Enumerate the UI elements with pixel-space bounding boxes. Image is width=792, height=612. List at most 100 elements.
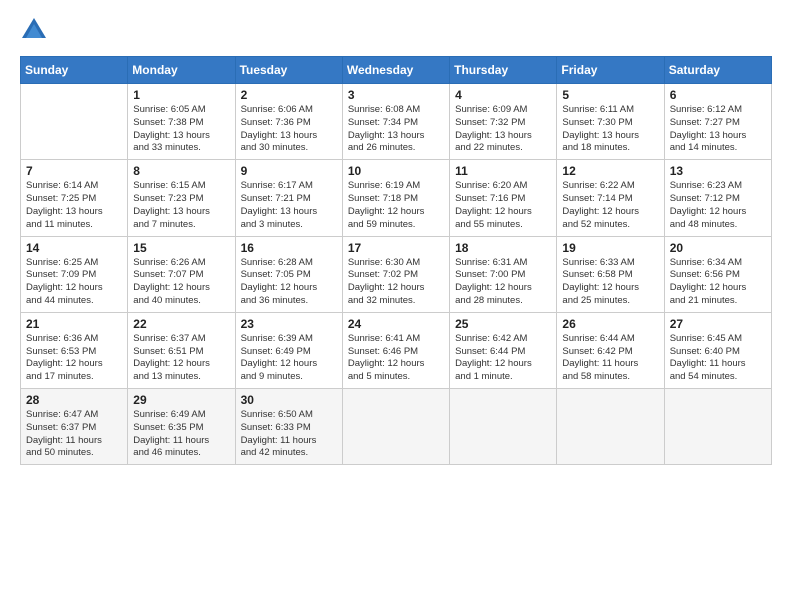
calendar-cell: 3 Sunrise: 6:08 AM Sunset: 7:34 PM Daylig… [342, 84, 449, 160]
day-info: Sunrise: 6:05 AM Sunset: 7:38 PM Dayligh… [133, 104, 229, 155]
day-number: 28 [26, 393, 122, 407]
day-info: Sunrise: 6:20 AM Sunset: 7:16 PM Dayligh… [455, 180, 551, 231]
day-info: Sunrise: 6:26 AM Sunset: 7:07 PM Dayligh… [133, 257, 229, 308]
day-info: Sunrise: 6:09 AM Sunset: 7:32 PM Dayligh… [455, 104, 551, 155]
day-info: Sunrise: 6:11 AM Sunset: 7:30 PM Dayligh… [562, 104, 658, 155]
calendar-cell: 26Sunrise: 6:44 AM Sunset: 6:42 PM Dayli… [557, 312, 664, 388]
calendar-cell: 22Sunrise: 6:37 AM Sunset: 6:51 PM Dayli… [128, 312, 235, 388]
column-header-monday: Monday [128, 57, 235, 84]
day-info: Sunrise: 6:34 AM Sunset: 6:56 PM Dayligh… [670, 257, 766, 308]
calendar-cell: 20 Sunrise: 6:34 AM Sunset: 6:56 PM Dayli… [664, 236, 771, 312]
calendar-cell: 27 Sunrise: 6:45 AM Sunset: 6:40 PM Dayli… [664, 312, 771, 388]
calendar-cell: 6 Sunrise: 6:12 AM Sunset: 7:27 PM Daylig… [664, 84, 771, 160]
day-info: Sunrise: 6:22 AM Sunset: 7:14 PM Dayligh… [562, 180, 658, 231]
calendar-cell: 15Sunrise: 6:26 AM Sunset: 7:07 PM Dayli… [128, 236, 235, 312]
day-number: 9 [241, 164, 337, 178]
calendar-cell [342, 389, 449, 465]
day-number: 30 [241, 393, 337, 407]
column-header-thursday: Thursday [450, 57, 557, 84]
calendar-cell: 29 Sunrise: 6:49 AM Sunset: 6:35 PM Dayli… [128, 389, 235, 465]
day-number: 23 [241, 317, 337, 331]
calendar-week-row: 7Sunrise: 6:14 AM Sunset: 7:25 PM Daylig… [21, 160, 772, 236]
calendar-cell: 8 Sunrise: 6:15 AM Sunset: 7:23 PM Daylig… [128, 160, 235, 236]
calendar-cell [21, 84, 128, 160]
day-number: 20 [670, 241, 766, 255]
day-number: 4 [455, 88, 551, 102]
day-info: Sunrise: 6:37 AM Sunset: 6:51 PM Dayligh… [133, 333, 229, 384]
column-header-tuesday: Tuesday [235, 57, 342, 84]
day-info: Sunrise: 6:17 AM Sunset: 7:21 PM Dayligh… [241, 180, 337, 231]
calendar-cell: 1Sunrise: 6:05 AM Sunset: 7:38 PM Daylig… [128, 84, 235, 160]
calendar-cell: 28 Sunrise: 6:47 AM Sunset: 6:37 PM Dayli… [21, 389, 128, 465]
day-info: Sunrise: 6:06 AM Sunset: 7:36 PM Dayligh… [241, 104, 337, 155]
day-number: 19 [562, 241, 658, 255]
calendar-cell: 25 Sunrise: 6:42 AM Sunset: 6:44 PM Dayli… [450, 312, 557, 388]
calendar-cell: 9 Sunrise: 6:17 AM Sunset: 7:21 PM Daylig… [235, 160, 342, 236]
day-number: 25 [455, 317, 551, 331]
day-number: 8 [133, 164, 229, 178]
calendar-cell: 10 Sunrise: 6:19 AM Sunset: 7:18 PM Dayli… [342, 160, 449, 236]
day-info: Sunrise: 6:28 AM Sunset: 7:05 PM Dayligh… [241, 257, 337, 308]
day-info: Sunrise: 6:12 AM Sunset: 7:27 PM Dayligh… [670, 104, 766, 155]
column-header-sunday: Sunday [21, 57, 128, 84]
calendar-cell: 23 Sunrise: 6:39 AM Sunset: 6:49 PM Dayli… [235, 312, 342, 388]
day-number: 3 [348, 88, 444, 102]
calendar-cell [557, 389, 664, 465]
calendar-cell: 5 Sunrise: 6:11 AM Sunset: 7:30 PM Daylig… [557, 84, 664, 160]
day-number: 10 [348, 164, 444, 178]
calendar-cell [664, 389, 771, 465]
calendar-cell: 13 Sunrise: 6:23 AM Sunset: 7:12 PM Dayli… [664, 160, 771, 236]
day-number: 7 [26, 164, 122, 178]
day-number: 12 [562, 164, 658, 178]
logo [20, 16, 52, 44]
day-info: Sunrise: 6:31 AM Sunset: 7:00 PM Dayligh… [455, 257, 551, 308]
calendar-cell: 12 Sunrise: 6:22 AM Sunset: 7:14 PM Dayli… [557, 160, 664, 236]
calendar-table: SundayMondayTuesdayWednesdayThursdayFrid… [20, 56, 772, 465]
calendar-cell: 2 Sunrise: 6:06 AM Sunset: 7:36 PM Daylig… [235, 84, 342, 160]
day-info: Sunrise: 6:30 AM Sunset: 7:02 PM Dayligh… [348, 257, 444, 308]
calendar-cell: 16 Sunrise: 6:28 AM Sunset: 7:05 PM Dayli… [235, 236, 342, 312]
calendar-cell: 21 Sunrise: 6:36 AM Sunset: 6:53 PM Dayli… [21, 312, 128, 388]
day-info: Sunrise: 6:15 AM Sunset: 7:23 PM Dayligh… [133, 180, 229, 231]
calendar-week-row: 14Sunrise: 6:25 AM Sunset: 7:09 PM Dayli… [21, 236, 772, 312]
calendar-cell: 11 Sunrise: 6:20 AM Sunset: 7:16 PM Dayli… [450, 160, 557, 236]
day-number: 5 [562, 88, 658, 102]
day-info: Sunrise: 6:08 AM Sunset: 7:34 PM Dayligh… [348, 104, 444, 155]
day-info: Sunrise: 6:44 AM Sunset: 6:42 PM Dayligh… [562, 333, 658, 384]
day-number: 13 [670, 164, 766, 178]
day-info: Sunrise: 6:36 AM Sunset: 6:53 PM Dayligh… [26, 333, 122, 384]
day-info: Sunrise: 6:45 AM Sunset: 6:40 PM Dayligh… [670, 333, 766, 384]
day-number: 16 [241, 241, 337, 255]
column-header-saturday: Saturday [664, 57, 771, 84]
calendar-week-row: 1Sunrise: 6:05 AM Sunset: 7:38 PM Daylig… [21, 84, 772, 160]
day-number: 2 [241, 88, 337, 102]
day-info: Sunrise: 6:41 AM Sunset: 6:46 PM Dayligh… [348, 333, 444, 384]
day-number: 6 [670, 88, 766, 102]
day-number: 21 [26, 317, 122, 331]
calendar-cell: 7Sunrise: 6:14 AM Sunset: 7:25 PM Daylig… [21, 160, 128, 236]
page-header [20, 16, 772, 44]
day-info: Sunrise: 6:19 AM Sunset: 7:18 PM Dayligh… [348, 180, 444, 231]
day-info: Sunrise: 6:49 AM Sunset: 6:35 PM Dayligh… [133, 409, 229, 460]
calendar-week-row: 21 Sunrise: 6:36 AM Sunset: 6:53 PM Dayli… [21, 312, 772, 388]
column-header-wednesday: Wednesday [342, 57, 449, 84]
day-info: Sunrise: 6:23 AM Sunset: 7:12 PM Dayligh… [670, 180, 766, 231]
calendar-cell: 30 Sunrise: 6:50 AM Sunset: 6:33 PM Dayli… [235, 389, 342, 465]
day-number: 11 [455, 164, 551, 178]
calendar-cell: 17Sunrise: 6:30 AM Sunset: 7:02 PM Dayli… [342, 236, 449, 312]
calendar-cell: 14Sunrise: 6:25 AM Sunset: 7:09 PM Dayli… [21, 236, 128, 312]
day-number: 14 [26, 241, 122, 255]
column-header-friday: Friday [557, 57, 664, 84]
day-info: Sunrise: 6:42 AM Sunset: 6:44 PM Dayligh… [455, 333, 551, 384]
day-number: 29 [133, 393, 229, 407]
calendar-cell: 19Sunrise: 6:33 AM Sunset: 6:58 PM Dayli… [557, 236, 664, 312]
calendar-cell [450, 389, 557, 465]
day-info: Sunrise: 6:39 AM Sunset: 6:49 PM Dayligh… [241, 333, 337, 384]
calendar-week-row: 28 Sunrise: 6:47 AM Sunset: 6:37 PM Dayli… [21, 389, 772, 465]
calendar-header-row: SundayMondayTuesdayWednesdayThursdayFrid… [21, 57, 772, 84]
calendar-cell: 24Sunrise: 6:41 AM Sunset: 6:46 PM Dayli… [342, 312, 449, 388]
day-number: 27 [670, 317, 766, 331]
calendar-cell: 4 Sunrise: 6:09 AM Sunset: 7:32 PM Daylig… [450, 84, 557, 160]
day-info: Sunrise: 6:50 AM Sunset: 6:33 PM Dayligh… [241, 409, 337, 460]
day-info: Sunrise: 6:47 AM Sunset: 6:37 PM Dayligh… [26, 409, 122, 460]
